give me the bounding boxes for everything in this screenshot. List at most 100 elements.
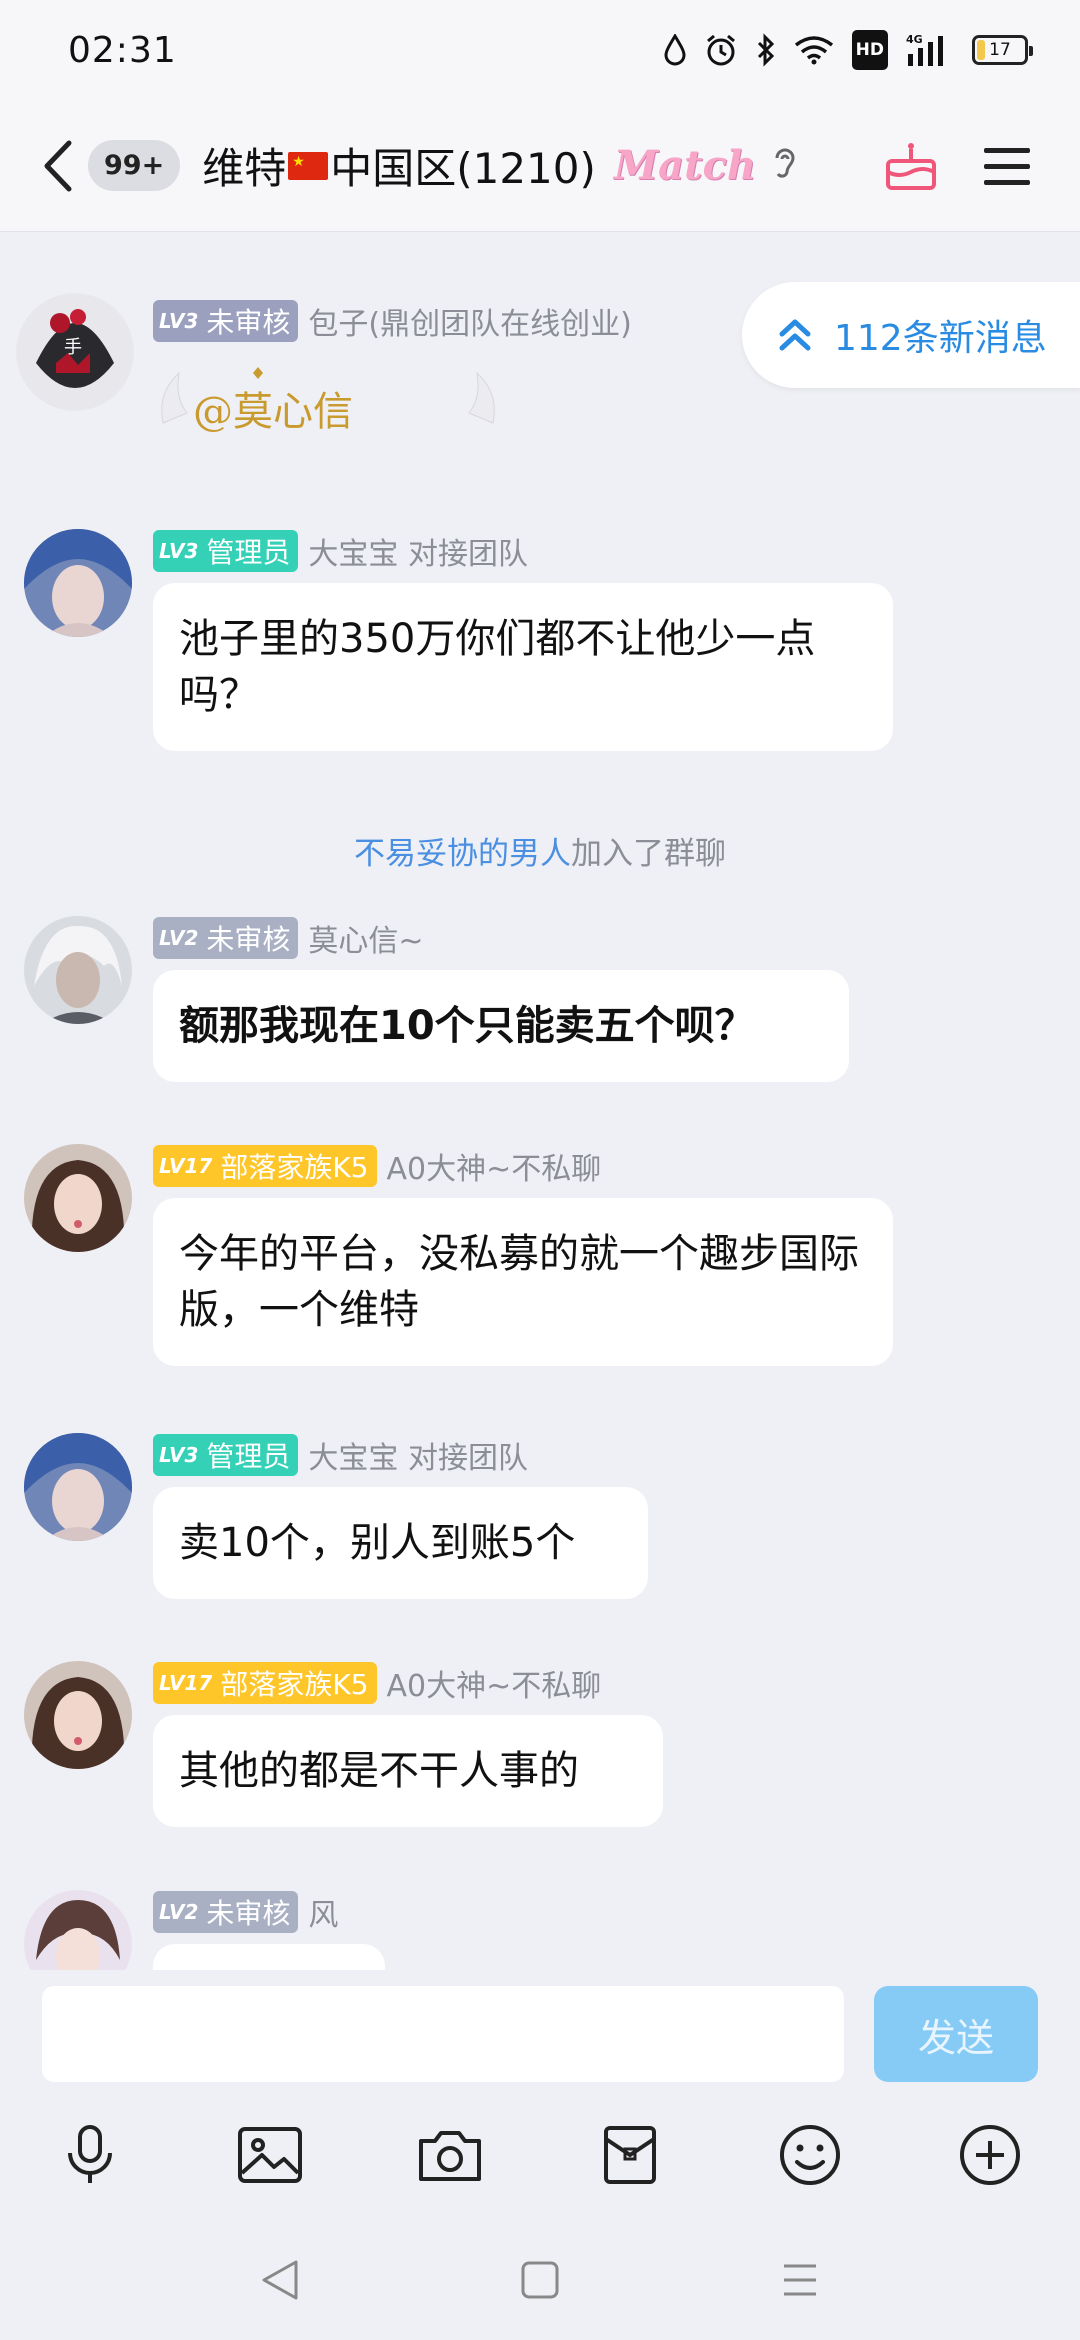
level-number: LV17 <box>159 1154 213 1178</box>
camera-icon <box>419 2131 481 2181</box>
avatar[interactable] <box>24 1661 132 1769</box>
signal-icon: 4G <box>906 30 954 70</box>
message-input[interactable] <box>42 1986 844 2082</box>
smiley-icon <box>780 2125 840 2185</box>
red-packet-button[interactable] <box>590 2100 670 2210</box>
status-icons: HD 4G 17 <box>664 30 1033 70</box>
avatar[interactable] <box>24 1144 132 1252</box>
level-badge: LV17 部落家族K5 <box>153 1145 377 1187</box>
sender-nickname[interactable]: 包子(鼎创团队在线创业) <box>308 299 631 343</box>
sender-meta: LV17 部落家族K5 A0大神~不私聊 <box>153 1661 601 1705</box>
new-messages-label: 112条新消息 <box>834 318 1047 359</box>
level-number: LV3 <box>159 539 199 563</box>
level-number: LV2 <box>159 1900 199 1924</box>
avatar[interactable] <box>24 916 132 1024</box>
sender-nickname[interactable]: A0大神~不私聊 <box>387 1144 602 1188</box>
menu-lines-icon <box>784 2264 816 2296</box>
square-home-icon <box>521 2261 559 2299</box>
sender-nickname[interactable]: 大宝宝 对接团队 <box>308 529 528 573</box>
sender-meta: LV2 未审核 风 <box>153 1890 338 1934</box>
level-badge: LV3 未审核 <box>153 300 299 342</box>
chevron-left-icon <box>44 140 72 191</box>
emoji-button[interactable] <box>770 2100 850 2210</box>
nav-recents-button[interactable] <box>760 2240 840 2320</box>
bluetooth-icon <box>756 30 776 70</box>
message-bubble[interactable]: 卖10个，别人到账5个 <box>153 1487 648 1599</box>
cake-button[interactable] <box>878 126 944 206</box>
cake-icon <box>886 143 936 190</box>
ear-icon[interactable] <box>772 144 798 188</box>
drop-icon <box>664 30 686 70</box>
group-title-suffix: 中国区(1210) <box>330 144 596 193</box>
role-label: 未审核 <box>206 1897 291 1930</box>
new-messages-button[interactable]: 112条新消息 <box>742 282 1080 388</box>
role-label: 管理员 <box>206 536 291 569</box>
china-flag-icon <box>288 151 329 180</box>
message-bubble[interactable]: 今年的平台，没私募的就一个趣步国际版，一个维特 <box>153 1198 893 1366</box>
role-label: 部落家族K5 <box>220 1668 369 1701</box>
nav-home-button[interactable] <box>500 2240 580 2320</box>
level-number: LV3 <box>159 309 199 333</box>
sender-nickname[interactable]: 莫心信~ <box>308 916 423 960</box>
chat-header: 99+ 维特 中国区(1210) Match <box>0 100 1080 232</box>
more-button[interactable] <box>950 2100 1030 2210</box>
red-packet-icon <box>604 2126 656 2184</box>
group-title-prefix: 维特 <box>202 144 287 193</box>
unread-badge[interactable]: 99+ <box>88 140 181 191</box>
sender-nickname[interactable]: 风 <box>308 1890 338 1934</box>
level-badge: LV2 未审核 <box>153 917 299 959</box>
send-button[interactable]: 发送 <box>874 1986 1038 2082</box>
avatar[interactable]: 手 <box>16 293 134 411</box>
battery-icon: 17 <box>972 35 1033 65</box>
system-notice-action: 加入了群聊 <box>571 836 726 872</box>
message-bubble[interactable]: 池子里的350万你们都不让他少一点吗？ <box>153 583 893 751</box>
menu-button[interactable] <box>974 126 1040 206</box>
plus-circle-icon <box>960 2125 1020 2185</box>
avatar[interactable] <box>24 529 132 637</box>
system-notice: 不易妥协的男人加入了群聊 <box>0 828 1080 873</box>
match-logo: Match <box>613 142 756 189</box>
nav-back-button[interactable] <box>240 2240 320 2320</box>
svg-text:手: 手 <box>64 337 82 358</box>
sticker-image[interactable]: @莫心信 <box>153 353 503 453</box>
level-badge: LV2 未审核 <box>153 1891 299 1933</box>
message-bubble[interactable]: 额那我现在10个只能卖五个呗？ <box>153 970 849 1082</box>
system-notice-user[interactable]: 不易妥协的男人 <box>354 836 571 872</box>
image-icon <box>238 2127 302 2183</box>
system-nav-bar <box>0 2210 1080 2340</box>
back-button[interactable] <box>30 126 86 206</box>
sender-nickname[interactable]: 大宝宝 对接团队 <box>308 1433 528 1477</box>
sender-nickname[interactable]: A0大神~不私聊 <box>387 1661 602 1705</box>
level-number: LV2 <box>159 926 199 950</box>
triangle-back-icon <box>262 2260 298 2300</box>
camera-button[interactable] <box>410 2100 490 2210</box>
role-label: 未审核 <box>206 306 291 339</box>
svg-text:4G: 4G <box>906 33 923 46</box>
level-number: LV3 <box>159 1443 199 1467</box>
sender-meta: LV3 未审核 包子(鼎创团队在线创业) <box>153 299 632 343</box>
voice-button[interactable] <box>50 2100 130 2210</box>
battery-level: 17 <box>989 40 1011 60</box>
double-chevron-up-icon <box>779 319 811 351</box>
chat-message-list[interactable]: 手 LV3 未审核 包子(鼎创团队在线创业) @莫心信 112条新消息 LV3 … <box>0 233 1080 1970</box>
sender-meta: LV3 管理员 大宝宝 对接团队 <box>153 529 528 573</box>
sender-meta: LV2 未审核 莫心信~ <box>153 916 424 960</box>
sender-meta: LV17 部落家族K5 A0大神~不私聊 <box>153 1144 601 1188</box>
role-label: 部落家族K5 <box>220 1151 369 1184</box>
message-bubble[interactable] <box>153 1944 385 1970</box>
group-title[interactable]: 维特 中国区(1210) <box>202 135 596 196</box>
level-number: LV17 <box>159 1671 213 1695</box>
level-badge: LV3 管理员 <box>153 530 299 572</box>
sticker-text: @莫心信 <box>193 389 353 435</box>
role-label: 管理员 <box>206 1440 291 1473</box>
level-badge: LV17 部落家族K5 <box>153 1662 377 1704</box>
image-button[interactable] <box>230 2100 310 2210</box>
alarm-icon <box>704 30 738 70</box>
level-badge: LV3 管理员 <box>153 1434 299 1476</box>
avatar[interactable] <box>24 1433 132 1541</box>
sender-meta: LV3 管理员 大宝宝 对接团队 <box>153 1433 528 1477</box>
avatar[interactable] <box>24 1890 132 1970</box>
message-bubble[interactable]: 其他的都是不干人事的 <box>153 1715 663 1827</box>
input-toolbar <box>0 2100 1080 2210</box>
input-bar: 发送 <box>0 1970 1080 2100</box>
